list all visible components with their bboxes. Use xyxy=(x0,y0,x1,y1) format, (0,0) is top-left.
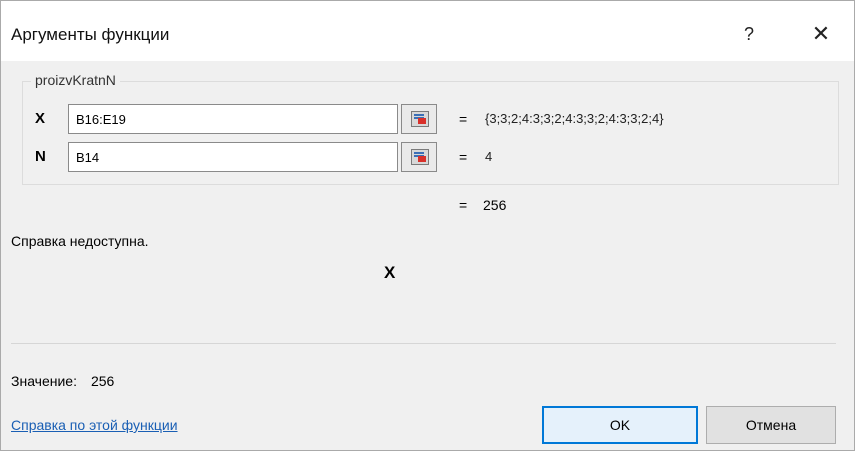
result-equals: = xyxy=(459,197,468,213)
range-select-icon xyxy=(411,111,429,127)
dialog-title: Аргументы функции xyxy=(11,25,170,44)
function-name: proizvKratnN xyxy=(31,72,120,88)
function-description: Справка недоступна. xyxy=(11,233,149,249)
function-args-group: proizvKratnN X = {3;3;2;4:3;3;2;4:3;3;2;… xyxy=(22,72,839,185)
value-result: 256 xyxy=(90,373,115,389)
arg-equals-x: = xyxy=(459,111,468,127)
arg-row-x: X = {3;3;2;4:3;3;2;4:3;3;2;4:3;3;2;4} xyxy=(23,104,723,134)
arg-label-n: N xyxy=(35,148,46,165)
ok-button[interactable]: OK xyxy=(542,406,698,444)
arg-value-x: {3;3;2;4:3;3;2;4:3;3;2;4:3;3;2;4} xyxy=(485,111,664,126)
value-label: Значение: xyxy=(11,373,77,389)
arg-row-n: N = 4 xyxy=(23,142,723,172)
formula-result: 256 xyxy=(483,197,507,213)
collapse-dialog-button-x[interactable] xyxy=(401,104,437,134)
close-button[interactable]: ✕ xyxy=(806,19,836,49)
arg-input-n[interactable] xyxy=(68,142,398,172)
function-arguments-dialog: Аргументы функции ? ✕ proizvKratnN X = {… xyxy=(0,0,855,451)
title-bar: Аргументы функции ? ✕ xyxy=(1,1,854,61)
arg-value-n: 4 xyxy=(485,149,493,164)
arg-label-x: X xyxy=(35,110,46,127)
argument-description-name: X xyxy=(384,263,396,282)
arg-equals-n: = xyxy=(459,149,468,165)
help-button[interactable]: ? xyxy=(734,19,764,49)
range-select-icon xyxy=(411,149,429,165)
arg-input-x[interactable] xyxy=(68,104,398,134)
value-line: Значение: 256 xyxy=(11,373,114,389)
collapse-dialog-button-n[interactable] xyxy=(401,142,437,172)
cancel-button[interactable]: Отмена xyxy=(706,406,836,444)
divider xyxy=(11,343,836,344)
help-on-function-link[interactable]: Справка по этой функции xyxy=(11,417,178,433)
